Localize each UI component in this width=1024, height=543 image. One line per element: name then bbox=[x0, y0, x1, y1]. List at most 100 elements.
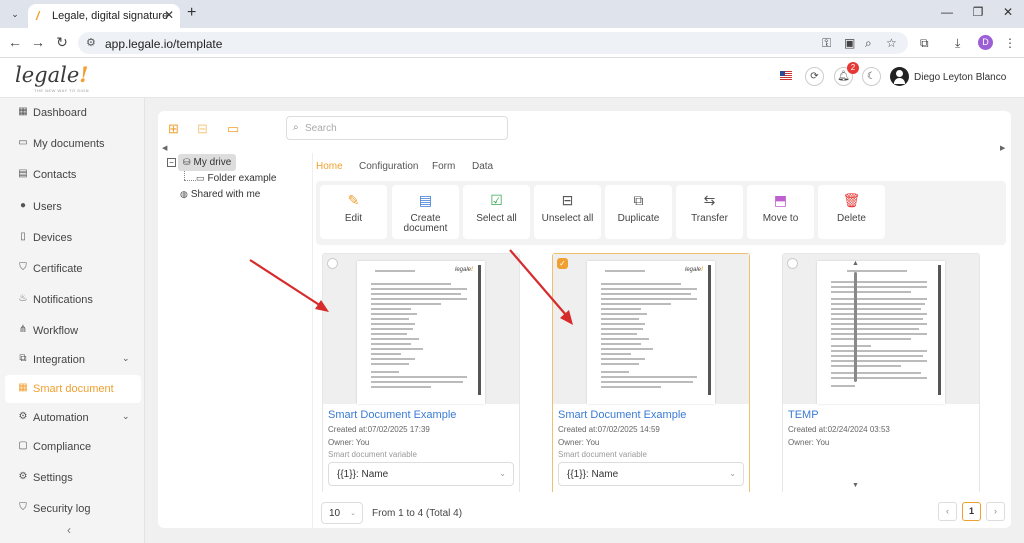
text-line bbox=[831, 291, 911, 293]
password-key-icon[interactable]: ⚿ bbox=[822, 36, 831, 51]
page-size-select[interactable]: 10 ⌄ bbox=[321, 502, 363, 524]
document-title[interactable]: Smart Document Example bbox=[328, 409, 456, 421]
sidebar-item-certificate[interactable]: ⛉ Certificate bbox=[0, 255, 145, 283]
page-button-current[interactable]: 1 bbox=[962, 502, 981, 521]
delete-button[interactable]: 🗑︎ Delete bbox=[818, 185, 885, 239]
text-line bbox=[831, 345, 871, 347]
profile-avatar[interactable]: D bbox=[978, 35, 993, 50]
variable-select[interactable]: {{1}}: Name ⌄ bbox=[558, 462, 744, 486]
sidebar-item-notifications[interactable]: ♨ Notifications bbox=[0, 286, 145, 314]
action-label: Transfer bbox=[691, 213, 728, 224]
sidebar-item-my-documents[interactable]: ▭ My documents bbox=[0, 130, 145, 158]
folder-icon[interactable]: ▭ bbox=[227, 121, 239, 137]
new-tab-icon[interactable]: + bbox=[187, 4, 196, 22]
sidebar-item-security-log[interactable]: ⛉ Security log bbox=[0, 495, 145, 523]
select-all-button[interactable]: ☑ Select all bbox=[463, 185, 530, 239]
create-document-button[interactable]: ▤ Create document bbox=[392, 185, 459, 239]
tab-search-menu-icon[interactable]: ⌄ bbox=[6, 5, 24, 23]
dark-mode-icon[interactable]: ☾ bbox=[862, 67, 881, 86]
document-thumbnail[interactable]: legale! bbox=[323, 254, 519, 404]
restore-icon[interactable]: ❐ bbox=[969, 5, 987, 19]
sidebar-item-label: Integration bbox=[33, 354, 85, 366]
transfer-button[interactable]: ⇆ Transfer bbox=[676, 185, 743, 239]
close-window-icon[interactable]: ✕ bbox=[999, 5, 1017, 19]
new-folder-icon[interactable]: ⊞ bbox=[168, 121, 179, 137]
move-to-button[interactable]: ⬒ Move to bbox=[747, 185, 814, 239]
download-icon[interactable]: ⤓ bbox=[955, 36, 960, 51]
sidebar-item-smart-document[interactable]: ▦ Smart document bbox=[5, 375, 141, 403]
bookmark-star-icon[interactable]: ☆ bbox=[886, 36, 897, 50]
forward-icon[interactable]: → bbox=[29, 34, 47, 50]
tab-home[interactable]: Home bbox=[316, 161, 343, 172]
scroll-right-icon[interactable]: ▶ bbox=[1000, 144, 1005, 152]
sidebar-item-users[interactable]: ● Users bbox=[0, 193, 145, 221]
tab-configuration[interactable]: Configuration bbox=[359, 161, 418, 172]
document-card[interactable]: TEMP Created at:02/24/2024 03:53 Owner: … bbox=[782, 253, 980, 492]
url-text[interactable]: app.legale.io/template bbox=[105, 37, 222, 51]
duplicate-button[interactable]: ⧉ Duplicate bbox=[605, 185, 672, 239]
select-checkbox[interactable] bbox=[787, 258, 798, 269]
scroll-left-icon[interactable]: ◀ bbox=[162, 144, 167, 152]
sidebar-item-settings[interactable]: ⚙ Settings bbox=[0, 464, 145, 492]
text-line bbox=[601, 298, 697, 300]
user-avatar[interactable] bbox=[890, 67, 909, 86]
search-box[interactable]: ⌕ bbox=[286, 116, 508, 140]
support-icon[interactable]: ⟳ bbox=[805, 67, 824, 86]
previous-page-button[interactable]: ‹ bbox=[938, 502, 957, 521]
sidebar-item-automation[interactable]: ⚙ Automation ⌄ bbox=[0, 404, 145, 432]
site-info-icon[interactable]: ⚙ bbox=[86, 36, 96, 49]
legale-logo[interactable]: legale! bbox=[15, 62, 88, 87]
app-header: legale! THE NEW WAY TO SIGN ⟳ 🔔︎ 2 ☾ Die… bbox=[0, 58, 1024, 98]
sidebar-item-contacts[interactable]: ▤ Contacts bbox=[0, 161, 145, 189]
document-grid-scrollbar[interactable]: ▲ ▼ bbox=[852, 260, 859, 491]
browser-menu-icon[interactable]: ⋮ bbox=[1004, 36, 1016, 50]
scroll-up-icon[interactable]: ▲ bbox=[852, 260, 859, 267]
unselect-all-button[interactable]: ⊟ Unselect all bbox=[534, 185, 601, 239]
action-label: Edit bbox=[344, 213, 363, 224]
text-line bbox=[831, 333, 927, 335]
reload-icon[interactable]: ↻ bbox=[53, 34, 71, 51]
text-line bbox=[371, 343, 411, 345]
collapse-sidebar-icon[interactable]: ‹ bbox=[67, 523, 71, 537]
sidebar-item-devices[interactable]: ▯ Devices bbox=[0, 224, 145, 252]
sidebar-item-integration[interactable]: ⧉ Integration ⌄ bbox=[0, 346, 145, 374]
document-thumbnail[interactable] bbox=[783, 254, 979, 404]
back-icon[interactable]: ← bbox=[6, 34, 24, 50]
extensions-icon[interactable]: ⧉ bbox=[920, 36, 929, 51]
sidebar-item-compliance[interactable]: ▢ Compliance bbox=[0, 433, 145, 461]
tree-shared-with-me[interactable]: ◍ Shared with me bbox=[180, 189, 260, 200]
scroll-down-icon[interactable]: ▼ bbox=[852, 482, 859, 489]
sidebar-item-dashboard[interactable]: ▦ Dashboard bbox=[0, 99, 145, 127]
tab-close-icon[interactable]: ✕ bbox=[164, 8, 174, 22]
edit-button[interactable]: ✎ Edit bbox=[320, 185, 387, 239]
tab-data[interactable]: Data bbox=[472, 161, 493, 172]
zoom-icon[interactable]: ⌕ bbox=[865, 36, 872, 51]
tree-my-drive[interactable]: ⛁ My drive bbox=[178, 154, 237, 171]
install-app-icon[interactable]: ▣ bbox=[844, 36, 855, 50]
document-card[interactable]: legale! bbox=[322, 253, 520, 492]
collapse-tree-icon[interactable]: − bbox=[167, 158, 176, 167]
scrollbar-thumb[interactable] bbox=[854, 272, 857, 382]
us-flag-icon[interactable] bbox=[780, 71, 792, 80]
device-icon: ▯ bbox=[20, 231, 26, 242]
minimize-icon[interactable]: — bbox=[938, 5, 956, 19]
next-page-button[interactable]: › bbox=[986, 502, 1005, 521]
text-line bbox=[601, 343, 641, 345]
document-card[interactable]: legale! bbox=[552, 253, 750, 492]
user-name[interactable]: Diego Leyton Blanco bbox=[914, 72, 1006, 83]
document-thumbnail[interactable]: legale! bbox=[553, 254, 749, 404]
variable-select[interactable]: {{1}}: Name ⌄ bbox=[328, 462, 514, 486]
folder-check-icon[interactable]: ⊟ bbox=[197, 121, 208, 137]
text-line bbox=[601, 283, 681, 285]
document-title[interactable]: TEMP bbox=[788, 409, 819, 421]
text-line bbox=[601, 313, 647, 315]
tree-folder-example[interactable]: ▭ Folder example bbox=[196, 173, 276, 184]
search-input[interactable] bbox=[305, 120, 501, 136]
text-line bbox=[371, 303, 441, 305]
browser-tab[interactable]: / Legale, digital signature ✕ bbox=[28, 4, 180, 28]
contacts-icon: ▤ bbox=[18, 168, 28, 179]
tab-form[interactable]: Form bbox=[432, 161, 455, 172]
sidebar-item-workflow[interactable]: ⋔ Workflow bbox=[0, 317, 145, 345]
url-field[interactable]: ⚙ app.legale.io/template ⚿ ▣ ⌕ ☆ bbox=[78, 32, 908, 54]
document-title[interactable]: Smart Document Example bbox=[558, 409, 686, 421]
